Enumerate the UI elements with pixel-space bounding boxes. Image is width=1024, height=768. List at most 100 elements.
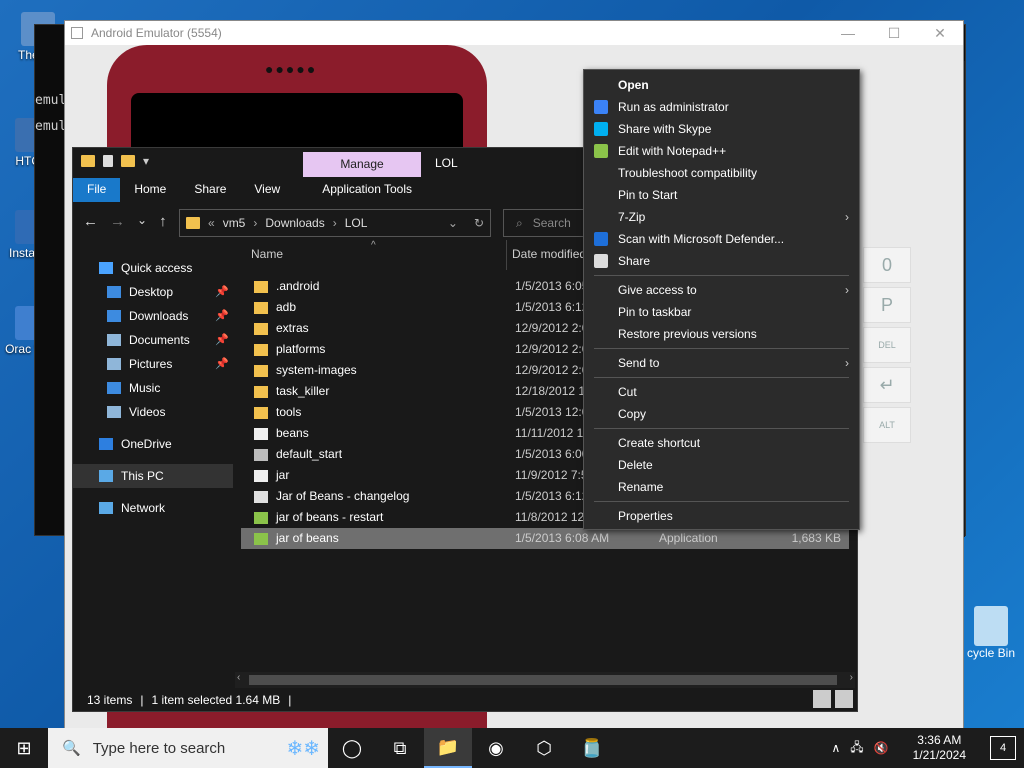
sidebar-item-label: This PC: [121, 469, 164, 483]
column-date-modified[interactable]: Date modified: [512, 247, 586, 261]
breadcrumb-overflow[interactable]: «: [208, 216, 215, 230]
menu-item-pin-to-start[interactable]: Pin to Start: [584, 184, 859, 206]
details-view-icon[interactable]: [813, 690, 831, 708]
breadcrumb-vm5[interactable]: vm5: [223, 216, 246, 230]
computer-icon: [99, 470, 113, 482]
network-icon[interactable]: 🖧: [850, 738, 863, 759]
sidebar-item-downloads[interactable]: Downloads 📌: [73, 304, 233, 328]
task-view-icon[interactable]: ⧉: [376, 728, 424, 768]
forward-button[interactable]: →: [110, 213, 125, 230]
file-name: jar of beans: [276, 531, 339, 545]
column-divider[interactable]: [506, 240, 507, 270]
file-size: 1,683 KB: [791, 531, 841, 545]
show-hidden-icons-button[interactable]: ∧: [831, 741, 840, 755]
key-enter[interactable]: ↵: [863, 367, 911, 403]
address-dropdown-button[interactable]: ⌄: [448, 216, 458, 230]
properties-icon[interactable]: [103, 155, 113, 167]
recent-locations-button[interactable]: ⌄: [137, 213, 147, 230]
start-button[interactable]: ⊞: [0, 738, 48, 759]
table-row[interactable]: jar of beans 1/5/2013 6:08 AM Application 1…: [241, 528, 849, 549]
virtualbox-icon[interactable]: ⬡: [520, 728, 568, 768]
tab-view[interactable]: View: [240, 178, 294, 202]
menu-item-create-shortcut[interactable]: Create shortcut: [584, 432, 859, 454]
tab-share[interactable]: Share: [180, 178, 240, 202]
menu-item-cut[interactable]: Cut: [584, 381, 859, 403]
menu-item-send-to[interactable]: Send to ›: [584, 352, 859, 374]
menu-item-edit-with-notepad[interactable]: Edit with Notepad++: [584, 140, 859, 162]
clock[interactable]: 3:36 AM 1/21/2024: [913, 733, 966, 763]
key-alt[interactable]: ALT: [863, 407, 911, 443]
tab-file[interactable]: File: [73, 178, 121, 202]
key-p[interactable]: P: [863, 287, 911, 323]
sidebar-item-this-pc[interactable]: This PC: [73, 464, 233, 488]
key-0[interactable]: 0: [863, 247, 911, 283]
cortana-icon[interactable]: ◯: [328, 728, 376, 768]
desktop-icon-recycle-bin[interactable]: cycle Bin: [958, 606, 1024, 660]
breadcrumb-downloads[interactable]: Downloads: [265, 216, 324, 230]
maximize-button[interactable]: ☐: [871, 25, 917, 42]
sidebar-item-network[interactable]: Network: [73, 496, 233, 520]
back-button[interactable]: ←: [83, 213, 98, 230]
sidebar-item-pictures[interactable]: Pictures 📌: [73, 352, 233, 376]
menu-item-pin-to-taskbar[interactable]: Pin to taskbar: [584, 301, 859, 323]
horizontal-scrollbar[interactable]: ‹ ›: [235, 672, 855, 688]
file-date: 11/9/2012 7:5: [515, 468, 588, 482]
up-button[interactable]: ↑: [159, 213, 167, 230]
chrome-icon[interactable]: ◉: [472, 728, 520, 768]
chevron-right-icon[interactable]: ›: [850, 672, 853, 683]
emulator-title: Android Emulator (5554): [91, 26, 222, 40]
sidebar-item-label: Videos: [129, 405, 166, 419]
tab-application-tools[interactable]: Application Tools: [294, 178, 426, 202]
pin-icon[interactable]: 📌: [215, 328, 229, 352]
menu-item-rename[interactable]: Rename: [584, 476, 859, 498]
menu-item-label: Restore previous versions: [618, 327, 757, 341]
volume-muted-icon[interactable]: 🔇: [874, 741, 889, 755]
minimize-button[interactable]: —: [825, 25, 871, 42]
file-explorer-icon[interactable]: 📁: [424, 728, 472, 768]
menu-item-7-zip[interactable]: 7-Zip ›: [584, 206, 859, 228]
sidebar-item-music[interactable]: Music: [73, 376, 233, 400]
chevron-down-icon[interactable]: ▾: [143, 154, 149, 168]
tab-home[interactable]: Home: [120, 178, 180, 202]
pin-icon[interactable]: 📌: [215, 280, 229, 304]
sidebar-item-quick-access[interactable]: Quick access: [73, 256, 233, 280]
menu-item-copy[interactable]: Copy: [584, 403, 859, 425]
emulator-titlebar[interactable]: Android Emulator (5554) — ☐ ✕: [65, 21, 963, 45]
selection-info: 1 item selected 1.64 MB: [151, 693, 281, 707]
menu-item-delete[interactable]: Delete: [584, 454, 859, 476]
large-icons-view-icon[interactable]: [835, 690, 853, 708]
menu-item-scan-with-microsoft-defender[interactable]: Scan with Microsoft Defender...: [584, 228, 859, 250]
menu-item-restore-previous-versions[interactable]: Restore previous versions: [584, 323, 859, 345]
menu-item-troubleshoot-compatibility[interactable]: Troubleshoot compatibility: [584, 162, 859, 184]
breadcrumb-separator[interactable]: ›: [333, 216, 337, 230]
sidebar-item-label: Desktop: [129, 285, 174, 299]
menu-item-run-as-administrator[interactable]: Run as administrator: [584, 96, 859, 118]
sidebar-item-onedrive[interactable]: OneDrive: [73, 432, 233, 456]
breadcrumb-separator[interactable]: ›: [253, 216, 257, 230]
manage-context-tab[interactable]: Manage: [303, 152, 421, 177]
column-name[interactable]: Name: [251, 247, 283, 261]
jar-icon[interactable]: 🫙: [568, 728, 616, 768]
key-del[interactable]: DEL: [863, 327, 911, 363]
file-icon: [254, 449, 268, 461]
sidebar-item-desktop[interactable]: Desktop 📌: [73, 280, 233, 304]
menu-item-give-access-to[interactable]: Give access to ›: [584, 279, 859, 301]
menu-item-share[interactable]: Share: [584, 250, 859, 272]
pin-icon[interactable]: 📌: [215, 352, 229, 376]
sidebar-item-documents[interactable]: Documents 📌: [73, 328, 233, 352]
address-bar[interactable]: « vm5 › Downloads › LOL ⌄ ↻: [179, 209, 491, 237]
pin-icon[interactable]: 📌: [215, 304, 229, 328]
close-button[interactable]: ✕: [917, 25, 963, 42]
breadcrumb-lol[interactable]: LOL: [345, 216, 368, 230]
chevron-left-icon[interactable]: ‹: [237, 672, 240, 683]
menu-item-share-with-skype[interactable]: Share with Skype: [584, 118, 859, 140]
scroll-thumb[interactable]: [249, 675, 837, 685]
menu-item-open[interactable]: Open: [584, 74, 859, 96]
new-folder-icon[interactable]: [121, 155, 135, 167]
sidebar-item-videos[interactable]: Videos: [73, 400, 233, 424]
menu-item-properties[interactable]: Properties: [584, 505, 859, 527]
notifications-button[interactable]: 4: [990, 736, 1016, 760]
refresh-button[interactable]: ↻: [474, 216, 484, 230]
taskbar-search[interactable]: 🔍 Type here to search ❄❄: [48, 728, 328, 768]
phone-screen[interactable]: [131, 93, 463, 153]
